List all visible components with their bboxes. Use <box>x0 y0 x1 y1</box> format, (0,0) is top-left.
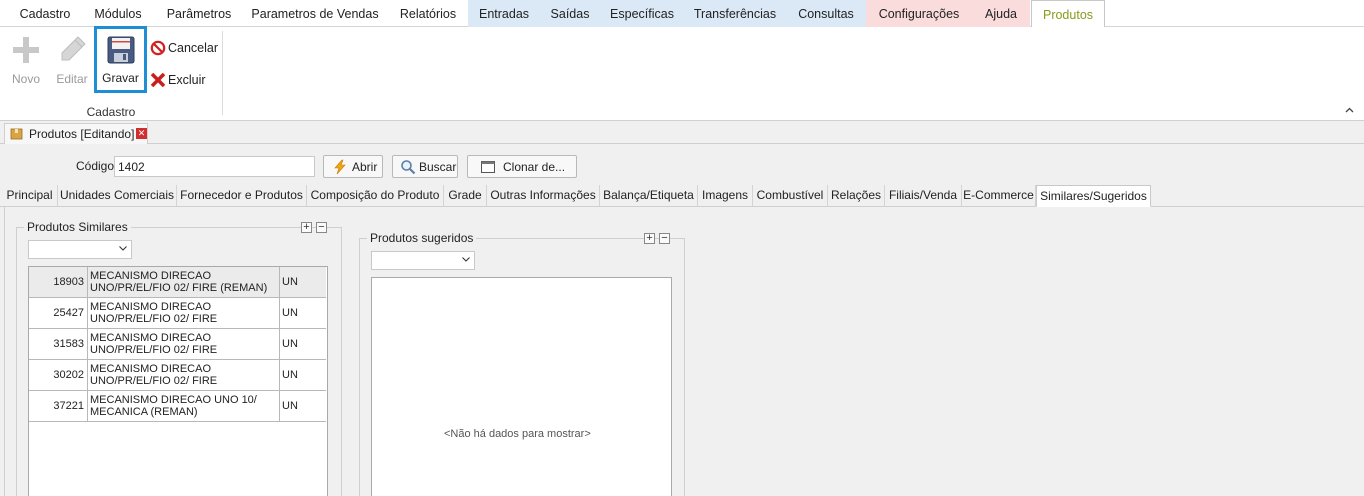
close-icon[interactable]: ✕ <box>136 128 147 139</box>
table-row[interactable]: 30202 MECANISMO DIRECAO UNO/PR/EL/FIO 02… <box>29 360 326 391</box>
row-unit: UN <box>282 276 298 288</box>
row-unit: UN <box>282 369 298 381</box>
row-unit: UN <box>282 338 298 350</box>
tab-e-commerce[interactable]: E-Commerce <box>962 185 1036 206</box>
menu-ajuda[interactable]: Ajuda <box>972 0 1030 27</box>
produtos-sugeridos-title: Produtos sugeridos <box>367 231 477 245</box>
abrir-button[interactable]: Abrir <box>323 155 383 178</box>
menu-cadastro[interactable]: Cadastro <box>10 0 80 27</box>
row-code: 30202 <box>29 360 88 391</box>
search-icon <box>401 160 416 175</box>
document-tab-strip: Produtos [Editando] ✕ <box>0 122 1364 144</box>
menu-saidas[interactable]: Saídas <box>540 0 600 27</box>
row-description: MECANISMO DIRECAO UNO/PR/EL/FIO 02/ FIRE… <box>88 267 280 298</box>
menu-parametros-vendas[interactable]: Parametros de Vendas <box>244 0 386 27</box>
menu-transferencias[interactable]: Transferências <box>684 0 786 27</box>
chevron-down-icon <box>462 257 470 262</box>
menu-produtos[interactable]: Produtos <box>1031 0 1105 28</box>
row-description: MECANISMO DIRECAO UNO/PR/EL/FIO 02/ FIRE <box>88 360 280 391</box>
editar-label: Editar <box>56 72 88 86</box>
tab-imagens[interactable]: Imagens <box>698 185 753 206</box>
menu-configuracoes[interactable]: Configurações <box>866 0 972 27</box>
buscar-label: Buscar <box>419 160 457 174</box>
sugeridos-grid[interactable]: <Não há dados para mostrar> <box>371 277 672 496</box>
box-icon <box>10 128 23 140</box>
buscar-button[interactable]: Buscar <box>392 155 458 178</box>
row-unit: UN <box>282 400 298 412</box>
menu-parametros[interactable]: Parâmetros <box>156 0 242 27</box>
document-tab-title: Produtos [Editando] <box>29 127 135 141</box>
similares-grid[interactable]: 18903 MECANISMO DIRECAO UNO/PR/EL/FIO 02… <box>28 266 328 496</box>
document-tab-produtos[interactable]: Produtos [Editando] ✕ <box>4 123 148 144</box>
tab-combustivel[interactable]: Combustível <box>753 185 828 206</box>
cancelar-button[interactable]: Cancelar <box>150 38 220 58</box>
remove-sugerido-icon[interactable]: − <box>659 233 670 244</box>
ribbon-group-label: Cadastro <box>86 105 136 119</box>
row-code: 18903 <box>29 267 88 298</box>
menu-entradas[interactable]: Entradas <box>468 0 540 27</box>
novo-button[interactable]: Novo <box>6 31 46 89</box>
menu-relatorios[interactable]: Relatórios <box>388 0 468 27</box>
sugeridos-filter-combo[interactable] <box>371 251 475 270</box>
tab-grade[interactable]: Grade <box>444 185 487 206</box>
similares-sugeridos-panel: Produtos Similares + − 18903 MECANISMO D… <box>4 207 1364 496</box>
row-code: 25427 <box>29 298 88 329</box>
ribbon-group-separator <box>222 31 223 115</box>
tab-relacoes[interactable]: Relações <box>828 185 885 206</box>
pencil-icon <box>61 36 86 61</box>
tab-principal[interactable]: Principal <box>2 185 58 206</box>
row-unit: UN <box>282 307 298 319</box>
empty-grid-message: <Não há dados para mostrar> <box>444 428 591 440</box>
chevron-down-icon <box>119 246 127 251</box>
row-description: MECANISMO DIRECAO UNO 10/ MECANICA (REMA… <box>88 391 280 422</box>
row-code: 37221 <box>29 391 88 422</box>
table-row[interactable]: 37221 MECANISMO DIRECAO UNO 10/ MECANICA… <box>29 391 326 422</box>
menu-modulos[interactable]: Módulos <box>82 0 154 27</box>
lightning-icon <box>334 159 346 175</box>
floppy-disk-icon <box>107 36 135 64</box>
abrir-label: Abrir <box>352 160 378 174</box>
tab-outras-informacoes[interactable]: Outras Informações <box>487 185 600 206</box>
tab-balanca-etiqueta[interactable]: Balança/Etiqueta <box>600 185 698 206</box>
tab-filiais-venda[interactable]: Filiais/Venda <box>885 185 962 206</box>
tab-composicao-produto[interactable]: Composição do Produto <box>307 185 444 206</box>
tab-unidades-comerciais[interactable]: Unidades Comerciais <box>58 185 177 206</box>
codigo-label: Código <box>76 159 115 173</box>
tab-fornecedor-produtos[interactable]: Fornecedor e Produtos <box>177 185 307 206</box>
remove-similar-icon[interactable]: − <box>316 222 327 233</box>
row-description: MECANISMO DIRECAO UNO/PR/EL/FIO 02/ FIRE <box>88 329 280 360</box>
gravar-label: Gravar <box>102 71 139 85</box>
menu-especificas[interactable]: Específicas <box>600 0 684 27</box>
row-code: 31583 <box>29 329 88 360</box>
table-row[interactable]: 31583 MECANISMO DIRECAO UNO/PR/EL/FIO 02… <box>29 329 326 360</box>
similares-filter-combo[interactable] <box>28 240 132 259</box>
add-sugerido-icon[interactable]: + <box>644 233 655 244</box>
clonar-label: Clonar de... <box>503 160 566 174</box>
tab-similares-sugeridos[interactable]: Similares/Sugeridos <box>1036 185 1151 207</box>
codigo-input[interactable] <box>114 156 315 177</box>
cancelar-label: Cancelar <box>168 41 219 55</box>
excluir-button[interactable]: Excluir <box>150 70 220 90</box>
menu-bar: Cadastro Módulos Parâmetros Parametros d… <box>0 0 1364 28</box>
table-row[interactable]: 18903 MECANISMO DIRECAO UNO/PR/EL/FIO 02… <box>29 267 326 298</box>
add-similar-icon[interactable]: + <box>301 222 312 233</box>
cancel-icon <box>150 40 166 56</box>
novo-label: Novo <box>11 72 40 86</box>
delete-x-icon <box>150 72 166 88</box>
row-description: MECANISMO DIRECAO UNO/PR/EL/FIO 02/ FIRE <box>88 298 280 329</box>
editar-button[interactable]: Editar <box>52 31 92 89</box>
window-icon <box>481 161 495 173</box>
plus-icon <box>13 37 39 63</box>
table-row[interactable]: 25427 MECANISMO DIRECAO UNO/PR/EL/FIO 02… <box>29 298 326 329</box>
produtos-similares-title: Produtos Similares <box>24 220 131 234</box>
product-subtabs: Principal Unidades Comerciais Fornecedor… <box>0 185 1364 207</box>
ribbon-collapse-icon[interactable] <box>1345 105 1354 116</box>
gravar-button[interactable]: Gravar <box>94 26 147 93</box>
clonar-button[interactable]: Clonar de... <box>467 155 577 178</box>
menu-consultas[interactable]: Consultas <box>786 0 866 27</box>
ribbon: Novo Editar Gravar Cancelar Excluir Cada… <box>0 26 1364 121</box>
excluir-label: Excluir <box>168 73 206 87</box>
